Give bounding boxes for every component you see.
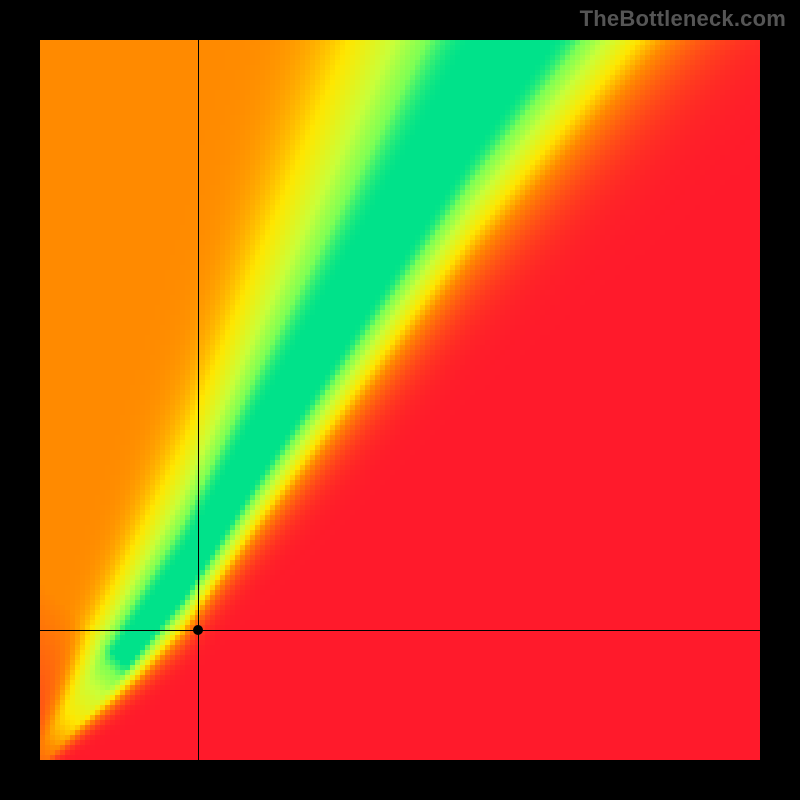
- bottleneck-heatmap: [40, 40, 760, 760]
- crosshair-horizontal: [40, 630, 760, 631]
- crosshair-vertical: [198, 40, 199, 760]
- marker-dot: [193, 625, 203, 635]
- plot-area: [40, 40, 760, 760]
- chart-frame: TheBottleneck.com: [0, 0, 800, 800]
- watermark-text: TheBottleneck.com: [580, 6, 786, 32]
